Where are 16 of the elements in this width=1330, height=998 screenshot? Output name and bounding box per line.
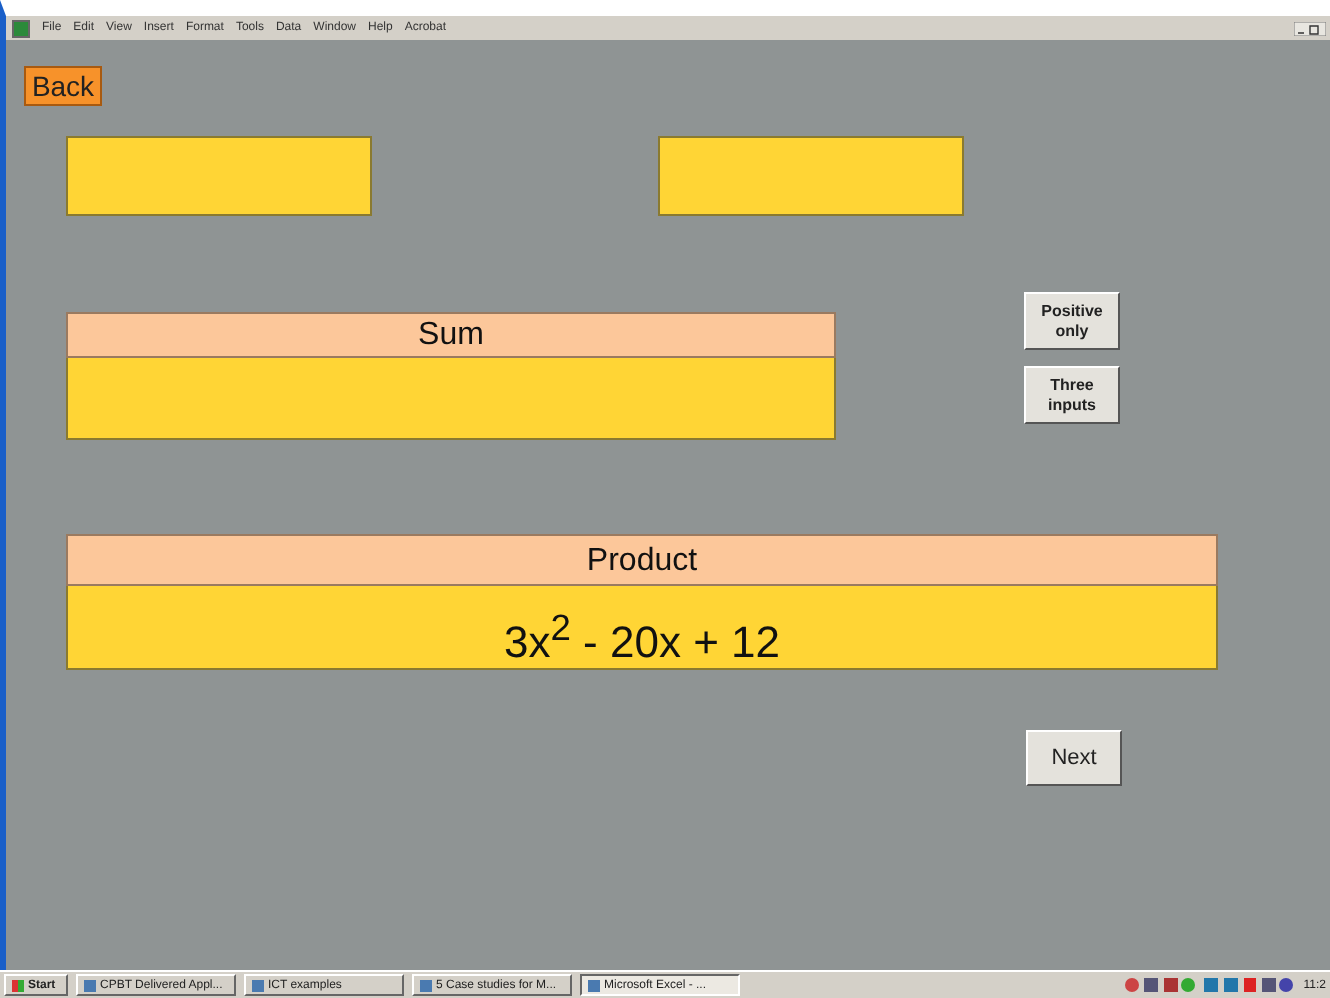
product-value: 3x$^{2}$ - 20x + 12 [66, 586, 1218, 670]
sum-label: Sum [66, 312, 836, 358]
option-button[interactable]: Three inputs [1024, 366, 1120, 424]
back-button[interactable]: Back [24, 66, 102, 106]
window-icon [588, 979, 600, 991]
windows-logo-icon [12, 979, 24, 991]
product-label: Product [66, 534, 1218, 586]
next-button[interactable]: Next [1026, 730, 1122, 786]
input-field[interactable] [658, 136, 964, 216]
window-icon [252, 979, 264, 991]
window-controls-icon[interactable] [1294, 21, 1326, 35]
input-field[interactable] [66, 136, 372, 216]
option-button[interactable]: Positive only [1024, 292, 1120, 350]
window-icon [84, 979, 96, 991]
excel-icon[interactable] [12, 19, 30, 37]
window-icon [420, 979, 432, 991]
